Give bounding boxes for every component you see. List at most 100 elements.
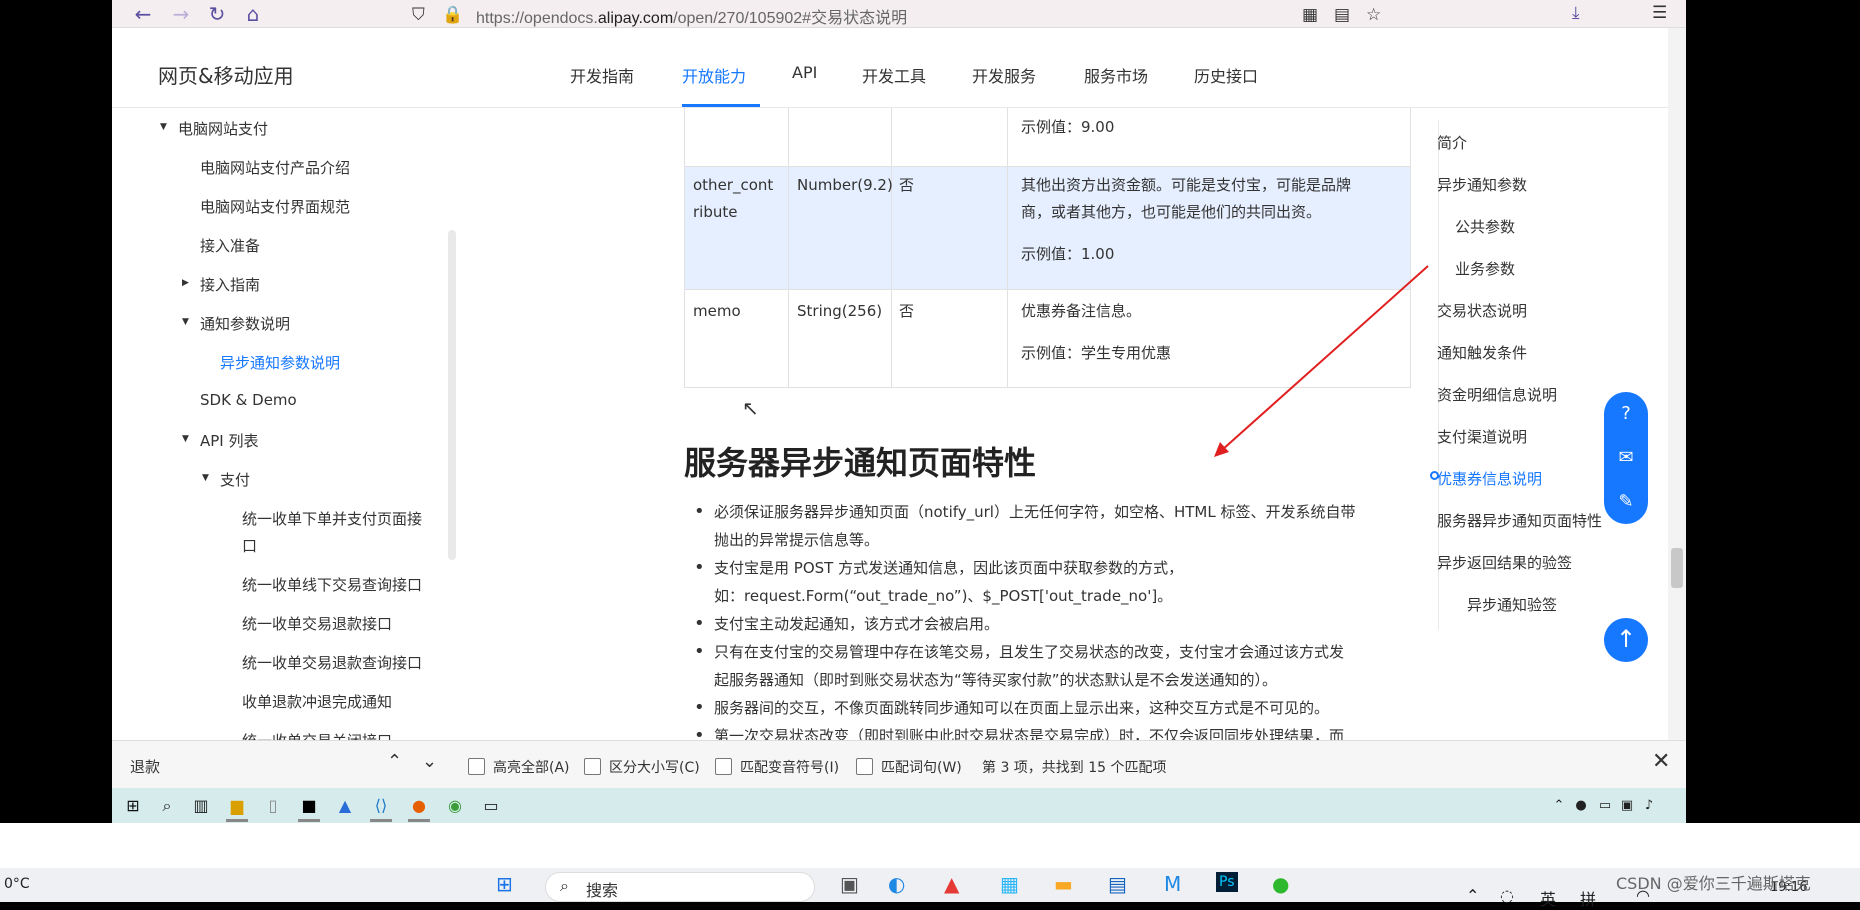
sidebar-item-refund-notify[interactable]: 收单退款冲退完成通知 bbox=[242, 691, 392, 712]
jetbrains-icon[interactable]: ■ bbox=[298, 795, 320, 817]
nav-open-capability[interactable]: 开放能力 bbox=[682, 63, 746, 87]
sidebar-item-sdk-demo[interactable]: SDK & Demo bbox=[200, 391, 297, 409]
toc-item[interactable]: 通知触发条件 bbox=[1437, 342, 1527, 363]
scrollbar-thumb[interactable] bbox=[1671, 548, 1683, 588]
nav-dev-guide[interactable]: 开发指南 bbox=[570, 63, 634, 87]
menu-icon[interactable]: ☰ bbox=[1652, 3, 1667, 23]
sidebar-item-refund[interactable]: 统一收单交易退款接口 bbox=[242, 613, 392, 634]
wechat-icon[interactable]: ● bbox=[1272, 872, 1289, 896]
terminal-icon[interactable]: ▭ bbox=[480, 795, 502, 817]
sidebar-item-preparation[interactable]: 接入准备 bbox=[200, 235, 260, 256]
firefox-icon[interactable]: ● bbox=[408, 795, 430, 817]
mail-icon[interactable]: M bbox=[1164, 872, 1181, 896]
volume-icon[interactable]: ♪ bbox=[1638, 795, 1660, 817]
toc-item[interactable]: 简介 bbox=[1437, 132, 1467, 153]
nav-dev-service[interactable]: 开发服务 bbox=[972, 63, 1036, 87]
photoshop-icon[interactable]: Ps bbox=[1216, 872, 1238, 892]
back-to-top-button[interactable]: ↑ bbox=[1604, 618, 1648, 662]
tray-chevron-icon[interactable]: ⌃ bbox=[1466, 886, 1479, 905]
expand-triangle-icon[interactable]: ▼ bbox=[202, 473, 209, 483]
find-input[interactable]: 退款 bbox=[130, 756, 160, 777]
sidebar-item-close[interactable]: 统一收单交易关闭接口 bbox=[242, 730, 392, 740]
nav-service-market[interactable]: 服务市场 bbox=[1084, 63, 1148, 87]
task-view-icon[interactable]: ▥ bbox=[190, 795, 212, 817]
nav-history-api[interactable]: 历史接口 bbox=[1194, 63, 1258, 87]
toc-item[interactable]: 资金明细信息说明 bbox=[1437, 384, 1557, 405]
toc-item[interactable]: 异步通知参数 bbox=[1437, 174, 1527, 195]
task-view-icon[interactable]: ▣ bbox=[840, 872, 859, 896]
expand-triangle-icon[interactable]: ▼ bbox=[160, 122, 167, 132]
toc-item[interactable]: 业务参数 bbox=[1455, 258, 1515, 279]
edge-icon[interactable]: ◐ bbox=[888, 872, 905, 896]
calendar-icon[interactable]: ▦ bbox=[1000, 872, 1019, 896]
ime-mode[interactable]: 拼 bbox=[1580, 886, 1596, 910]
collapsed-triangle-icon[interactable]: ▶ bbox=[182, 278, 189, 288]
site-title[interactable]: 网页&移动应用 bbox=[158, 60, 294, 89]
sidebar-item-pc-payment[interactable]: 电脑网站支付 bbox=[178, 118, 268, 139]
sidebar-item-page-pay-cont[interactable]: 口 bbox=[242, 535, 257, 556]
network-icon[interactable]: ▣ bbox=[1616, 795, 1638, 817]
taskbar-search[interactable]: ⌕ 搜索 bbox=[545, 872, 815, 902]
battery-icon[interactable]: ▭ bbox=[1594, 795, 1616, 817]
sidebar-item-api-list[interactable]: API 列表 bbox=[200, 430, 259, 451]
windows-start-icon[interactable]: ⊞ bbox=[122, 795, 144, 817]
network-icon[interactable]: ◌ bbox=[1500, 886, 1514, 905]
expand-triangle-icon[interactable]: ▼ bbox=[182, 434, 189, 444]
reload-icon[interactable]: ↻ bbox=[204, 2, 230, 26]
vscode-icon[interactable]: ⟨⟩ bbox=[370, 795, 392, 817]
page-scrollbar[interactable] bbox=[1668, 28, 1686, 740]
extensions-icon[interactable]: ⤓ bbox=[1572, 3, 1580, 23]
nav-dev-tools[interactable]: 开发工具 bbox=[862, 63, 926, 87]
notepad-icon[interactable]: ▯ bbox=[262, 795, 284, 817]
expand-triangle-icon[interactable]: ▼ bbox=[182, 317, 189, 327]
file-explorer-icon[interactable]: ▆ bbox=[226, 795, 248, 817]
chrome-icon[interactable]: ◉ bbox=[444, 795, 466, 817]
forward-icon[interactable]: → bbox=[168, 2, 194, 26]
feedback-icon[interactable]: ✎ bbox=[1614, 490, 1638, 514]
sidebar-item-page-pay[interactable]: 统一收单下单并支付页面接 bbox=[242, 508, 422, 529]
close-icon[interactable]: ✕ bbox=[1652, 749, 1670, 774]
match-diacritics-checkbox[interactable]: 匹配变音符号(I) bbox=[715, 757, 839, 777]
toc-item-active[interactable]: 优惠券信息说明 bbox=[1437, 468, 1542, 489]
toc-item[interactable]: 公共参数 bbox=[1455, 216, 1515, 237]
sidebar-scrollbar[interactable] bbox=[448, 230, 456, 560]
bookmark-star-icon[interactable]: ☆ bbox=[1366, 5, 1381, 25]
match-case-checkbox[interactable]: 区分大小写(C) bbox=[584, 757, 700, 777]
sidebar-item-ui-spec[interactable]: 电脑网站支付界面规范 bbox=[200, 196, 350, 217]
sidebar-item-notify-params[interactable]: 通知参数说明 bbox=[200, 313, 290, 334]
search-icon[interactable]: ⌕ bbox=[156, 795, 178, 817]
reader-view-icon[interactable]: ▤ bbox=[1334, 5, 1350, 25]
highlight-all-checkbox[interactable]: 高亮全部(A) bbox=[468, 757, 570, 777]
back-icon[interactable]: ← bbox=[130, 2, 156, 26]
ime-lang[interactable]: 英 bbox=[1540, 886, 1556, 910]
toc-item[interactable]: 异步返回结果的验签 bbox=[1437, 552, 1572, 573]
help-question-icon[interactable]: ? bbox=[1614, 402, 1638, 426]
folder-icon[interactable]: ▬ bbox=[1054, 872, 1073, 896]
sidebar-item-async-notify[interactable]: 异步通知参数说明 bbox=[220, 352, 340, 373]
photos-icon[interactable]: ▲ bbox=[334, 795, 356, 817]
tray-chevron-icon[interactable]: ⌃ bbox=[1548, 795, 1570, 817]
sidebar-item-product-intro[interactable]: 电脑网站支付产品介绍 bbox=[200, 157, 350, 178]
microphone-icon[interactable]: ● bbox=[1570, 795, 1592, 817]
windows-start-icon[interactable]: ⊞ bbox=[496, 872, 513, 896]
toc-item[interactable]: 交易状态说明 bbox=[1437, 300, 1527, 321]
app-icon[interactable]: ▲ bbox=[944, 872, 959, 896]
nav-api[interactable]: API bbox=[792, 63, 817, 82]
chat-icon[interactable]: ✉ bbox=[1614, 446, 1638, 470]
qr-code-icon[interactable]: ▦ bbox=[1302, 5, 1318, 25]
sidebar-item-refund-query[interactable]: 统一收单交易退款查询接口 bbox=[242, 652, 422, 673]
find-previous-icon[interactable]: ⌃ bbox=[387, 751, 402, 772]
toc-item[interactable]: 支付渠道说明 bbox=[1437, 426, 1527, 447]
sidebar-item-guide[interactable]: 接入指南 bbox=[200, 274, 260, 295]
weather-temperature[interactable]: 0°C bbox=[4, 876, 30, 892]
csdn-watermark: CSDN @爱你三千遍斯塔克 bbox=[1616, 874, 1811, 893]
whole-words-checkbox[interactable]: 匹配词句(W) bbox=[856, 757, 962, 777]
sidebar-item-pay[interactable]: 支付 bbox=[220, 469, 250, 490]
sidebar-item-query[interactable]: 统一收单线下交易查询接口 bbox=[242, 574, 422, 595]
toc-item[interactable]: 异步通知验签 bbox=[1467, 594, 1557, 615]
store-icon[interactable]: ▤ bbox=[1108, 872, 1127, 896]
find-next-icon[interactable]: ⌄ bbox=[422, 751, 437, 772]
toc-item[interactable]: 服务器异步通知页面特性 bbox=[1437, 510, 1602, 531]
address-bar[interactable]: ⛉ 🔒 https://opendocs.alipay.com/open/270… bbox=[412, 2, 1442, 27]
home-icon[interactable]: ⌂ bbox=[240, 2, 266, 26]
